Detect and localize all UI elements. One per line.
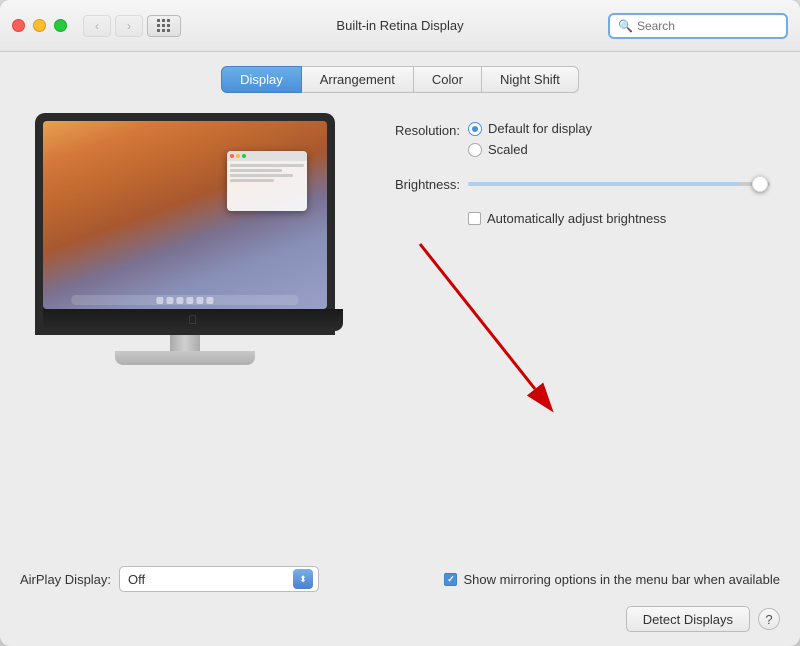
tab-display[interactable]: Display [221,66,302,93]
dock-icon-5 [197,297,204,304]
search-input[interactable] [637,19,778,33]
traffic-lights [12,19,67,32]
main-content:  Resolution: Default for display [0,103,800,558]
monitor-preview:  [30,113,340,538]
tab-bar: Display Arrangement Color Night Shift [0,52,800,103]
back-button[interactable]: ‹ [83,15,111,37]
mirroring-row: ✓ Show mirroring options in the menu bar… [444,572,780,587]
airplay-section: AirPlay Display: Off ⬍ [20,566,319,592]
resolution-scaled-label: Scaled [488,142,528,157]
dock-icon-6 [207,297,214,304]
screen-line-1 [230,164,304,167]
screen-window-preview [227,151,307,211]
screen-wallpaper [43,121,327,309]
dock-icon-4 [187,297,194,304]
airplay-label: AirPlay Display: [20,572,111,587]
resolution-default-radio[interactable] [468,122,482,136]
detect-bar: Detect Displays ? [0,606,800,646]
screen-line-4 [230,179,274,182]
screen-mini-titlebar [227,151,307,161]
brightness-slider-container [468,175,770,193]
brightness-slider-track [468,182,770,186]
monitor-body:  [35,113,335,335]
checkmark-icon: ✓ [447,575,455,584]
help-button[interactable]: ? [758,608,780,630]
screen-dock [71,295,298,305]
search-icon: 🔍 [618,19,633,33]
resolution-row: Resolution: Default for display Scaled [370,121,770,157]
apple-logo-icon:  [189,313,198,327]
brightness-slider-thumb[interactable] [752,176,768,192]
airplay-select[interactable]: Off [119,566,319,592]
radio-selected-indicator [472,126,478,132]
forward-button[interactable]: › [115,15,143,37]
mirroring-checkbox[interactable]: ✓ [444,573,457,586]
grid-view-button[interactable] [147,15,181,37]
minimize-button[interactable] [33,19,46,32]
dock-icon-2 [167,297,174,304]
brightness-row: Brightness: [370,175,770,193]
brightness-label: Brightness: [370,175,460,192]
close-button[interactable] [12,19,25,32]
action-buttons: ✓ Show mirroring options in the menu bar… [444,572,780,587]
bottom-controls: AirPlay Display: Off ⬍ ✓ Show mirroring … [0,558,800,606]
dock-icon-3 [177,297,184,304]
mini-maximize-dot [242,154,246,158]
resolution-scaled-option[interactable]: Scaled [468,142,592,157]
settings-panel: Resolution: Default for display Scaled [370,113,770,538]
detect-displays-button[interactable]: Detect Displays [626,606,750,632]
screen-mini-body [227,161,307,187]
dock-icon-1 [157,297,164,304]
settings-window: ‹ › Built-in Retina Display 🔍 Display Ar… [0,0,800,646]
monitor-stand-neck [170,335,200,351]
monitor-screen [43,121,327,309]
mini-minimize-dot [236,154,240,158]
annotation-arrow-svg [380,224,580,424]
auto-brightness-control: Automatically adjust brightness [468,211,666,226]
tab-arrangement[interactable]: Arrangement [302,66,414,93]
resolution-options: Default for display Scaled [468,121,592,157]
nav-buttons: ‹ › [83,15,143,37]
airplay-select-wrapper: Off ⬍ [119,566,319,592]
search-box[interactable]: 🔍 [608,13,788,39]
resolution-scaled-radio[interactable] [468,143,482,157]
mirroring-label: Show mirroring options in the menu bar w… [463,572,780,587]
tab-color[interactable]: Color [414,66,482,93]
tab-nightshift[interactable]: Night Shift [482,66,579,93]
titlebar: ‹ › Built-in Retina Display 🔍 [0,0,800,52]
resolution-default-label: Default for display [488,121,592,136]
monitor-stand-base [115,351,255,365]
grid-dots-icon [157,19,171,33]
screen-line-2 [230,169,282,172]
maximize-button[interactable] [54,19,67,32]
auto-brightness-label: Automatically adjust brightness [487,211,666,226]
screen-line-3 [230,174,293,177]
arrow-annotation [370,244,770,538]
resolution-default-option[interactable]: Default for display [468,121,592,136]
monitor-chin:  [43,309,343,331]
mini-close-dot [230,154,234,158]
resolution-label: Resolution: [370,121,460,138]
auto-brightness-row: Automatically adjust brightness [370,211,770,226]
auto-brightness-checkbox[interactable] [468,212,481,225]
window-title: Built-in Retina Display [336,18,463,33]
